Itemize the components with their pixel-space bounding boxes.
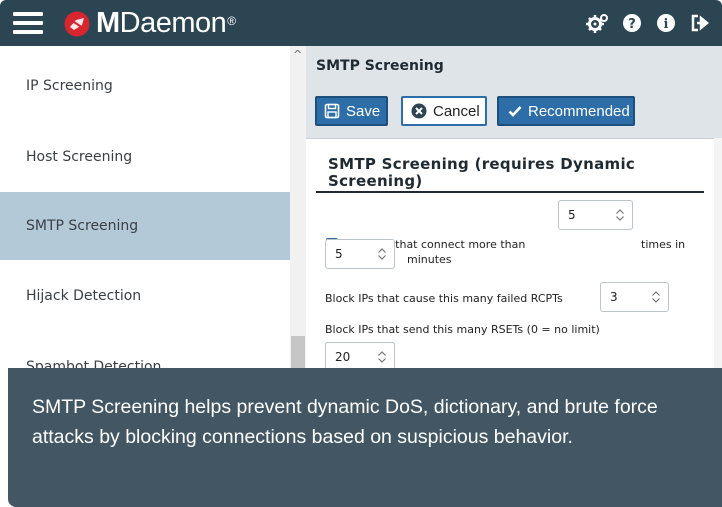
page-title: SMTP Screening bbox=[316, 58, 444, 74]
sidebar-item-hijack-detection[interactable]: Hijack Detection bbox=[0, 262, 290, 330]
main-scrollbar[interactable] bbox=[714, 138, 722, 368]
connect-count-stepper[interactable]: 5 bbox=[558, 200, 633, 230]
sidebar-item-label: SMTP Screening bbox=[26, 218, 139, 234]
sidebar-item-host-screening[interactable]: Host Screening bbox=[0, 123, 290, 191]
caption-banner: SMTP Screening helps prevent dynamic DoS… bbox=[8, 368, 722, 507]
rsets-value: 20 bbox=[335, 350, 351, 364]
connect-count-value: 5 bbox=[568, 208, 576, 222]
rsets-stepper[interactable]: 20 bbox=[325, 342, 395, 368]
mdaemon-logo-icon bbox=[62, 10, 92, 38]
menu-icon[interactable] bbox=[13, 12, 43, 34]
sidebar-scrollbar[interactable]: ^ bbox=[290, 46, 306, 368]
section-divider bbox=[316, 191, 704, 193]
recommended-button[interactable]: Recommended bbox=[497, 96, 635, 126]
sidebar-item-label: IP Screening bbox=[26, 78, 113, 94]
spinner-icon[interactable] bbox=[374, 349, 390, 365]
sidebar-item-label: Hijack Detection bbox=[26, 288, 142, 304]
logout-icon[interactable] bbox=[688, 11, 712, 35]
minutes-stepper[interactable]: 5 bbox=[325, 239, 395, 269]
info-icon[interactable]: i bbox=[654, 11, 678, 35]
main-panel: SMTP Screening Save Cancel Recommended S… bbox=[306, 46, 722, 368]
svg-text:?: ? bbox=[628, 17, 636, 32]
sidebar-item-spambot-detection[interactable]: Spambot Detection bbox=[0, 333, 290, 368]
sidebar-item-label: Host Screening bbox=[26, 149, 133, 165]
help-icon[interactable]: ? bbox=[620, 11, 644, 35]
cancel-label: Cancel bbox=[433, 102, 480, 120]
scroll-up-icon[interactable]: ^ bbox=[293, 49, 302, 60]
rsets-label: Block IPs that send this many RSETs (0 =… bbox=[325, 323, 600, 336]
spinner-icon[interactable] bbox=[612, 207, 628, 223]
checkmark-icon bbox=[508, 105, 522, 117]
failed-rcpts-value: 3 bbox=[610, 290, 618, 304]
caption-text: SMTP Screening helps prevent dynamic DoS… bbox=[32, 396, 658, 448]
top-bar: MDaemon® ? i bbox=[0, 0, 722, 46]
failed-rcpts-label: Block IPs that cause this many failed RC… bbox=[325, 292, 563, 305]
spinner-icon[interactable] bbox=[648, 289, 664, 305]
sidebar-item-ip-screening[interactable]: IP Screening bbox=[0, 52, 290, 120]
save-icon bbox=[324, 103, 340, 119]
sidebar-item-smtp-screening[interactable]: SMTP Screening bbox=[0, 192, 290, 260]
spinner-icon[interactable] bbox=[374, 246, 390, 262]
toolbar: Save Cancel Recommended bbox=[306, 86, 722, 139]
recommended-label: Recommended bbox=[528, 102, 630, 120]
sidebar: IP Screening Host Screening SMTP Screeni… bbox=[0, 46, 306, 368]
cancel-icon bbox=[411, 103, 427, 119]
save-label: Save bbox=[346, 102, 381, 120]
brand-name: MDaemon® bbox=[96, 7, 236, 39]
times-in-label: times in bbox=[641, 238, 686, 251]
settings-icon[interactable] bbox=[586, 11, 610, 35]
svg-text:i: i bbox=[664, 17, 669, 32]
section-title: SMTP Screening (requires Dynamic Screeni… bbox=[328, 155, 636, 190]
sidebar-item-label: Spambot Detection bbox=[26, 359, 162, 368]
failed-rcpts-stepper[interactable]: 3 bbox=[600, 282, 669, 312]
minutes-value: 5 bbox=[335, 247, 343, 261]
scrollbar-thumb[interactable] bbox=[291, 336, 305, 368]
panel-header: SMTP Screening bbox=[306, 46, 722, 86]
minutes-label: minutes bbox=[407, 253, 452, 266]
cancel-button[interactable]: Cancel bbox=[401, 96, 487, 126]
save-button[interactable]: Save bbox=[315, 96, 388, 126]
